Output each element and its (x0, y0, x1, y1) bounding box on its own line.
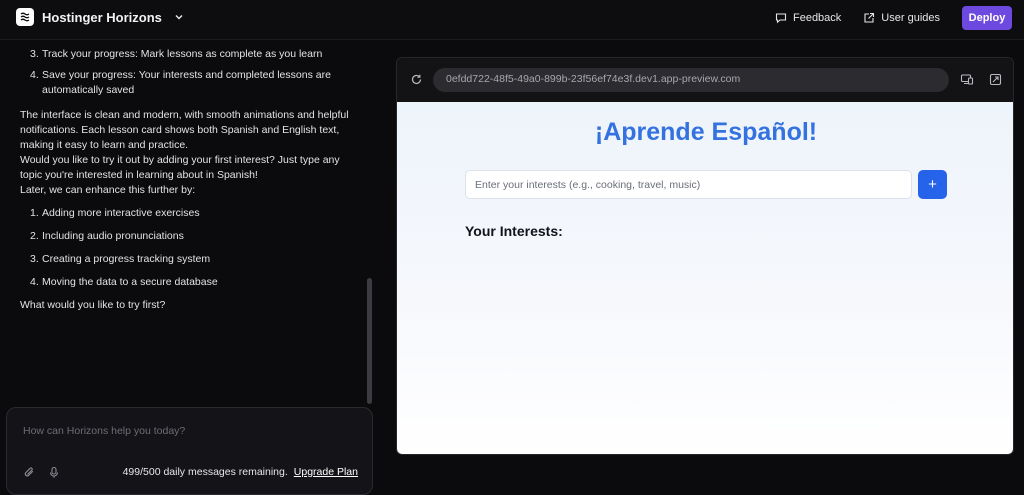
preview-url-bar[interactable]: 0efdd722-48f5-49a0-899b-23f56ef74e3f.dev… (433, 68, 949, 92)
chat-scrollbar[interactable] (367, 278, 372, 404)
feedback-label: Feedback (792, 12, 842, 24)
chat-panel: 3. Track your progress: Mark lessons as … (0, 41, 380, 495)
app-preview: ¡Aprende Español! Enter your interests (… (397, 102, 1013, 454)
list-item: 3. Track your progress: Mark lessons as … (30, 49, 323, 60)
interests-heading: Your Interests: (465, 223, 563, 239)
feedback-link[interactable]: Feedback (775, 12, 841, 24)
responsive-view-icon[interactable] (960, 73, 974, 91)
paperclip-icon[interactable] (23, 466, 36, 484)
list-item: 3. Creating a progress tracking system (30, 253, 211, 265)
reload-icon[interactable] (410, 73, 423, 91)
chat-paragraph: What would you like to try first? (20, 299, 166, 311)
external-link-icon (863, 12, 875, 24)
plus-icon: + (928, 176, 937, 193)
chat-composer: How can Horizons help you today? 499/500… (6, 407, 373, 495)
list-item: 4. Save your progress: Your interests an… (30, 69, 331, 96)
user-guides-label: User guides (881, 12, 940, 24)
horizons-logo-icon (16, 8, 34, 26)
list-item: 1. Adding more interactive exercises (30, 207, 200, 219)
chevron-down-icon (172, 10, 186, 24)
preview-panel: 0efdd722-48f5-49a0-899b-23f56ef74e3f.dev… (396, 57, 1014, 455)
app-title: ¡Aprende Español! (594, 118, 818, 146)
top-bar: Hostinger Horizons Feedback User guides … (0, 0, 1024, 40)
list-item: 4. Moving the data to a secure database (30, 276, 218, 288)
chat-paragraph: Would you like to try it out by adding y… (20, 154, 340, 181)
brand-switcher[interactable]: Hostinger Horizons (16, 8, 186, 26)
expand-icon[interactable] (989, 73, 1002, 91)
deploy-button[interactable]: Deploy (962, 6, 1012, 30)
prompt-input[interactable]: How can Horizons help you today? (23, 425, 185, 437)
user-guides-link[interactable]: User guides (863, 12, 940, 24)
chat-paragraph: Later, we can enhance this further by: (20, 184, 196, 196)
messages-remaining: 499/500 daily messages remaining. (122, 466, 288, 478)
feedback-icon (775, 12, 787, 24)
brand-name: Hostinger Horizons (42, 9, 162, 25)
add-interest-button[interactable]: + (918, 170, 947, 199)
chat-paragraph: The interface is clean and modern, with … (20, 109, 349, 151)
microphone-icon[interactable] (48, 466, 60, 484)
list-item: 2. Including audio pronunciations (30, 230, 184, 242)
upgrade-plan-link[interactable]: Upgrade Plan (294, 466, 358, 478)
preview-toolbar: 0efdd722-48f5-49a0-899b-23f56ef74e3f.dev… (397, 58, 1013, 102)
chat-message: 3. Track your progress: Mark lessons as … (20, 49, 360, 363)
interest-input[interactable]: Enter your interests (e.g., cooking, tra… (465, 170, 912, 199)
